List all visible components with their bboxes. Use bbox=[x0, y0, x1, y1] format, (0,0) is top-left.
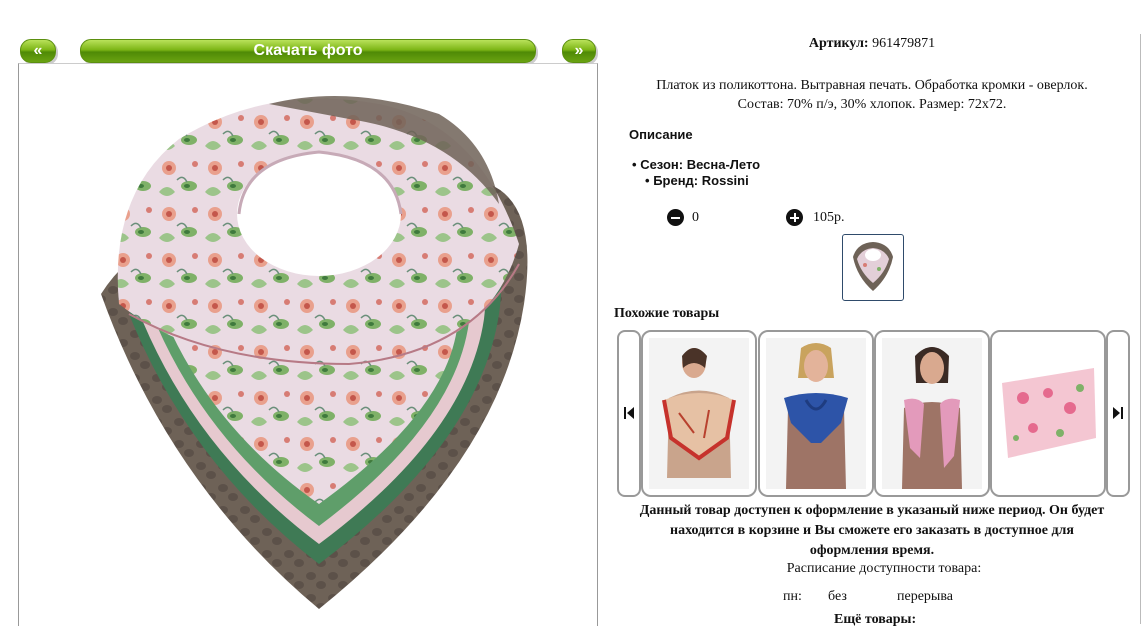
bullet-icon: • bbox=[645, 173, 650, 188]
article-label: Артикул: bbox=[808, 36, 869, 51]
attribute-season: • Сезон: Весна-Лето bbox=[632, 157, 760, 173]
more-products-heading: Ещё товары: bbox=[834, 612, 917, 627]
notice-line-1: Данный товар доступен к оформление в ука… bbox=[639, 503, 1105, 518]
notice-line-2: находится в корзине и Вы сможете его зак… bbox=[670, 523, 1074, 538]
similar-item[interactable] bbox=[758, 330, 874, 497]
model-pink-scarf-icon bbox=[882, 338, 982, 489]
decrease-quantity-button[interactable] bbox=[667, 209, 684, 226]
schedule-label: Расписание доступности товара: bbox=[786, 561, 982, 576]
attributes-list: • Сезон: Весна-Лето • Бренд: Rossini bbox=[632, 157, 760, 189]
attribute-brand: • Бренд: Rossini bbox=[632, 173, 760, 189]
floral-scarf-icon bbox=[998, 338, 1098, 489]
similar-item[interactable] bbox=[990, 330, 1106, 497]
increase-quantity-button[interactable] bbox=[786, 209, 803, 226]
attribute-value: Весна-Лето bbox=[686, 157, 761, 172]
article-value: 961479871 bbox=[872, 36, 936, 51]
attribute-value: Rossini bbox=[701, 173, 749, 188]
notice-line-3: оформления время. bbox=[809, 543, 935, 558]
minus-icon bbox=[671, 216, 680, 219]
description-line-2: Состав: 70% п/э, 30% хлопок. Размер: 72х… bbox=[737, 97, 1007, 112]
similar-next-button[interactable] bbox=[1106, 330, 1130, 497]
next-photo-button[interactable]: » bbox=[562, 39, 596, 63]
quantity-value: 0 bbox=[692, 210, 699, 225]
bullet-icon: • bbox=[632, 157, 637, 172]
skip-forward-icon bbox=[1113, 407, 1123, 419]
attribute-label: Бренд: bbox=[653, 173, 699, 188]
price-value: 105р. bbox=[813, 210, 845, 225]
prev-photo-button[interactable]: « bbox=[20, 39, 56, 63]
product-photo[interactable] bbox=[19, 64, 597, 626]
description-heading: Описание bbox=[629, 127, 693, 142]
schedule-from: без bbox=[828, 589, 847, 604]
product-description: Платок из поликоттона. Вытравная печать.… bbox=[604, 76, 1140, 114]
schedule-to: перерыва bbox=[897, 589, 953, 604]
model-red-scarf-icon bbox=[649, 338, 749, 489]
similar-item[interactable] bbox=[874, 330, 990, 497]
attribute-label: Сезон: bbox=[640, 157, 684, 172]
model-blue-scarf-icon bbox=[766, 338, 866, 489]
similar-item[interactable] bbox=[641, 330, 757, 497]
skip-back-icon bbox=[624, 407, 634, 419]
similar-prev-button[interactable] bbox=[617, 330, 641, 497]
description-line-1: Платок из поликоттона. Вытравная печать.… bbox=[656, 78, 1088, 93]
similar-products-heading: Похожие товары bbox=[614, 306, 720, 321]
article-row: Артикул: 961479871 bbox=[604, 36, 1140, 52]
product-thumbnail[interactable] bbox=[842, 234, 904, 301]
schedule-day: пн: bbox=[783, 589, 802, 604]
scarf-thumbnail-icon bbox=[853, 242, 893, 291]
product-photo-frame bbox=[18, 63, 598, 626]
availability-notice: Данный товар доступен к оформление в ука… bbox=[600, 501, 1142, 561]
download-photo-button[interactable]: Скачать фото bbox=[80, 39, 536, 63]
